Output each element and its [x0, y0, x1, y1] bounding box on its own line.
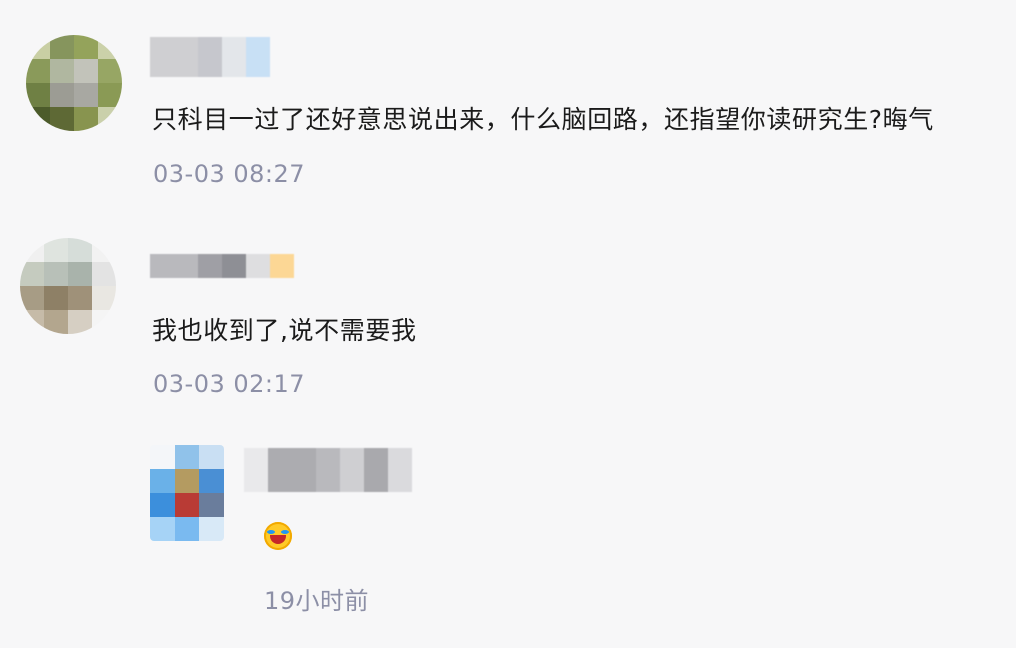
avatar[interactable] — [20, 238, 116, 334]
comment-timestamp: 19小时前 — [264, 587, 370, 615]
username-blurred[interactable] — [244, 448, 412, 492]
username-blurred[interactable] — [150, 37, 270, 77]
avatar[interactable] — [150, 445, 224, 541]
comment-item: 19小时前 — [0, 420, 1016, 648]
comment-item: 我也收到了,说不需要我 03-03 02:17 — [0, 210, 1016, 420]
comment-timestamp: 03-03 08:27 — [153, 160, 306, 188]
crying-laughing-emoji — [264, 522, 292, 550]
comment-text: 我也收到了,说不需要我 — [152, 316, 417, 345]
username-blurred[interactable] — [150, 254, 294, 278]
avatar[interactable] — [26, 35, 122, 131]
comment-timestamp: 03-03 02:17 — [153, 370, 306, 398]
comment-item: 只科目一过了还好意思说出来，什么脑回路，还指望你读研究生?晦气 03-03 08… — [0, 0, 1016, 210]
comment-text: 只科目一过了还好意思说出来，什么脑回路，还指望你读研究生?晦气 — [152, 105, 934, 134]
